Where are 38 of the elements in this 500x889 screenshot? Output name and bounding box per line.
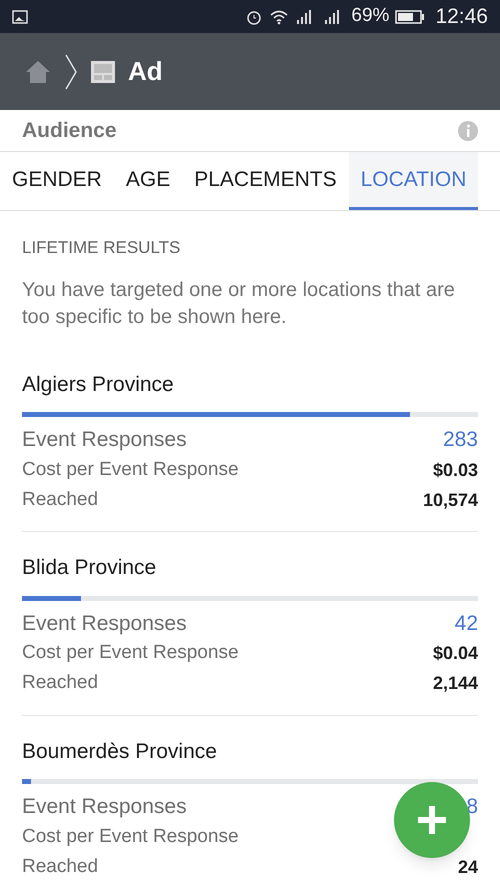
image-icon [12, 10, 28, 24]
clock: 12:46 [435, 4, 488, 30]
chevron-right-icon [64, 52, 78, 90]
battery-percent: 69% [351, 4, 390, 28]
stat-label: Cost per Event Response [22, 641, 239, 666]
ad-icon [90, 60, 116, 84]
stat-label: Reached [22, 854, 98, 879]
section-title: Audience [22, 118, 117, 144]
stat-label: Reached [22, 671, 98, 696]
results-note: You have targeted one or more locations that are too specific to be shown here. [22, 278, 456, 330]
stat-label: Cost per Event Response [22, 824, 239, 849]
info-icon[interactable] [458, 120, 478, 140]
stat-value: 10,574 [422, 488, 478, 512]
plus-icon [418, 806, 446, 834]
stat-label: Event Responses [22, 427, 187, 454]
tab[interactable]: AGE [114, 152, 182, 210]
location-name: Algiers Province [22, 372, 175, 398]
stat-value: $0.03 [432, 458, 478, 482]
stat-value: 283 [442, 427, 478, 454]
stat-label: Reached [22, 488, 98, 512]
tab[interactable]: PLACEMENTS [182, 152, 349, 210]
tab[interactable]: LOCATION [348, 152, 478, 210]
home-icon[interactable] [24, 58, 52, 84]
location-name: Blida Province [22, 555, 158, 581]
tab[interactable]: GENDER [0, 152, 114, 210]
stat-value: 8 [466, 794, 478, 820]
stat-value: 24 [458, 856, 478, 878]
battery-icon [395, 10, 426, 24]
results-heading: LIFETIME RESULTS [22, 237, 182, 259]
wifi-icon [269, 8, 290, 24]
stat-label: Event Responses [22, 794, 187, 820]
location-name: Boumerdès Province [22, 738, 218, 764]
page-title: Ad [128, 55, 163, 88]
stat-value: 2,144 [432, 672, 478, 695]
stat-label: Cost per Event Response [22, 458, 239, 482]
stat-label: Event Responses [22, 610, 187, 637]
stat-value: $0.04 [432, 642, 478, 665]
stat-value: 42 [454, 610, 478, 637]
